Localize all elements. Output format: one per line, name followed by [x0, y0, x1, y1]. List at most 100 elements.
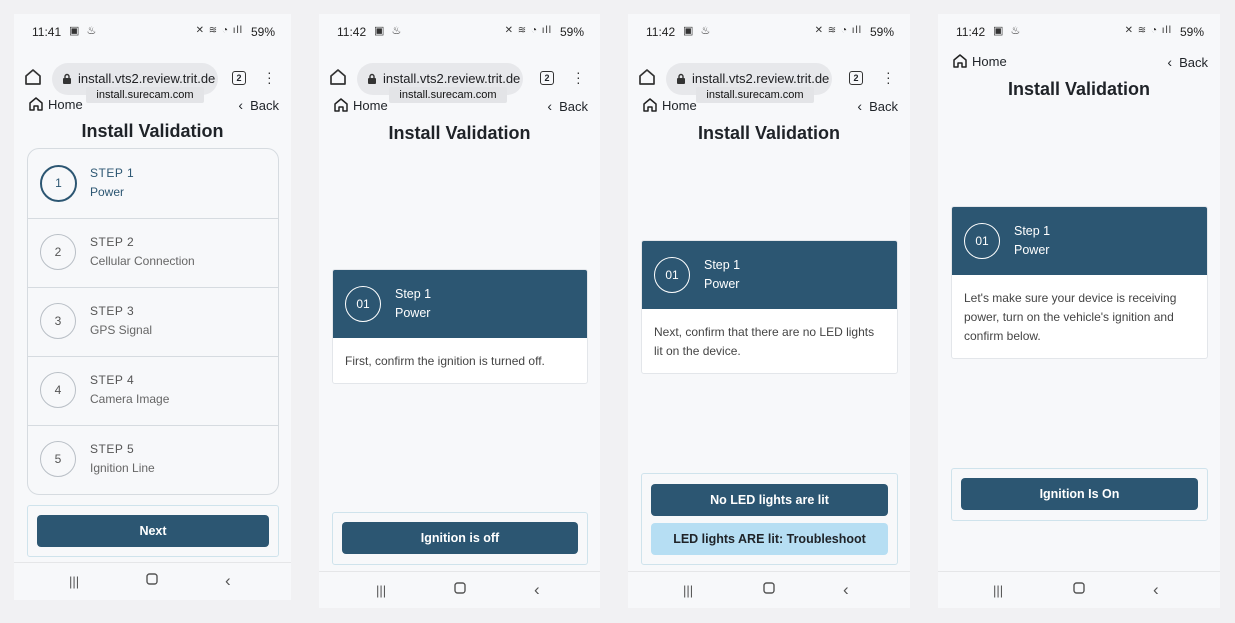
home-nav-icon[interactable]	[763, 582, 775, 594]
home-label: Home	[972, 54, 1007, 69]
action-button-container: Ignition Is On	[951, 468, 1208, 521]
step-number: 01	[964, 223, 1000, 259]
card-header: 01 Step 1 Power	[333, 270, 587, 338]
step-subtitle: Cellular Connection	[90, 254, 195, 268]
step-item-2[interactable]: 2 STEP 2 Cellular Connection	[28, 218, 278, 288]
step-title: STEP 3	[90, 304, 135, 318]
step-number: 2	[40, 234, 76, 270]
battery-level: 59%	[1179, 25, 1204, 39]
back-link[interactable]: ‹ Back	[547, 98, 588, 114]
page-nav: Home ‹ Back	[938, 49, 1220, 75]
back-link[interactable]: ‹ Back	[857, 98, 898, 114]
home-nav-icon[interactable]	[1073, 582, 1085, 594]
kebab-menu-icon[interactable]: · · ·	[576, 65, 581, 89]
signal-icons: ✕ ≋ ◔ ıll	[504, 25, 552, 36]
recents-icon[interactable]: |||	[376, 583, 386, 598]
card-header: 01 Step 1 Power	[952, 207, 1207, 275]
step-subtitle: Power	[90, 185, 125, 199]
step-title: STEP 4	[90, 373, 135, 387]
lock-icon	[367, 73, 377, 84]
back-nav-icon[interactable]: ‹	[225, 571, 231, 591]
screen-3: 11:42 ▣ ♨ ✕ ≋ ◔ ıll 59% install.vts2.rev…	[628, 14, 910, 608]
back-link[interactable]: ‹ Back	[1167, 54, 1208, 70]
status-time: 11:41	[32, 25, 62, 39]
tab-count-button[interactable]: 2	[849, 71, 863, 85]
kebab-menu-icon[interactable]: · · ·	[886, 65, 891, 89]
url-text: install.vts2.review.trit.de	[78, 71, 216, 86]
back-nav-icon[interactable]: ‹	[1153, 580, 1159, 600]
home-icon	[953, 54, 967, 68]
screen-4: 11:42 ▣ ♨ ✕ ≋ ◔ ıll 59% Home ‹ Back Insta…	[938, 14, 1220, 608]
page-title: Install Validation	[388, 123, 531, 143]
status-time: 11:42	[956, 25, 986, 39]
status-bar: 11:42 ▣ ♨ ✕ ≋ ◔ ıll 59%	[628, 14, 910, 48]
step-item-1[interactable]: 1 STEP 1 Power	[28, 149, 278, 219]
page-title: Install Validation	[1007, 79, 1151, 99]
step-card: 01 Step 1 Power Let's make sure your dev…	[951, 206, 1208, 359]
recents-icon[interactable]: |||	[683, 583, 693, 598]
browser-home-icon[interactable]	[24, 68, 42, 86]
action-button-container: No LED lights are lit LED lights ARE lit…	[641, 473, 898, 565]
step-subtitle: Ignition Line	[90, 461, 155, 475]
step-title: STEP 2	[90, 235, 135, 249]
step-item-3[interactable]: 3 STEP 3 GPS Signal	[28, 287, 278, 357]
tab-count-button[interactable]: 2	[540, 71, 554, 85]
recents-icon[interactable]: |||	[993, 583, 1003, 598]
next-button[interactable]: Next	[37, 515, 269, 547]
card-step: Step 1	[395, 287, 432, 301]
url-text: install.vts2.review.trit.de	[383, 71, 521, 86]
no-led-lit-button[interactable]: No LED lights are lit	[651, 484, 888, 516]
android-nav-bar: ||| ‹	[14, 562, 291, 600]
step-item-5[interactable]: 5 STEP 5 Ignition Line	[28, 425, 278, 494]
screen-2: 11:42 ▣ ♨ ✕ ≋ ◔ ıll 59% install.vts2.rev…	[319, 14, 600, 608]
home-label: Home	[353, 98, 388, 113]
browser-home-icon[interactable]	[329, 68, 347, 86]
card-step-name: Power	[1014, 243, 1050, 257]
card-instruction: First, confirm the ignition is turned of…	[345, 354, 545, 368]
home-nav-icon[interactable]	[146, 573, 158, 585]
ignition-on-button[interactable]: Ignition Is On	[961, 478, 1198, 510]
chevron-left-icon: ‹	[1167, 54, 1173, 70]
step-card: 01 Step 1 Power First, confirm the ignit…	[332, 269, 588, 384]
chevron-left-icon: ‹	[547, 98, 553, 114]
tab-count-button[interactable]: 2	[232, 71, 246, 85]
android-nav-bar: ||| ‹	[628, 571, 910, 608]
recents-icon[interactable]: |||	[69, 574, 79, 589]
card-step: Step 1	[1014, 224, 1051, 238]
signal-icons: ✕ ≋ ◔ ıll	[814, 25, 862, 36]
home-nav-icon[interactable]	[454, 582, 466, 594]
home-icon	[29, 97, 43, 111]
chevron-left-icon: ‹	[238, 97, 244, 113]
action-button-container: Ignition is off	[332, 512, 588, 565]
step-number: 3	[40, 303, 76, 339]
back-nav-icon[interactable]: ‹	[534, 580, 540, 600]
next-button-container: Next	[27, 505, 279, 557]
notification-icons: ▣ ♨	[374, 25, 404, 37]
home-link[interactable]: Home	[952, 53, 1007, 69]
steps-list: 1 STEP 1 Power 2 STEP 2 Cellular Connect…	[27, 148, 279, 495]
chevron-left-icon: ‹	[857, 98, 863, 114]
back-label: Back	[559, 99, 588, 114]
home-link[interactable]: Home	[642, 97, 697, 113]
led-lit-troubleshoot-button[interactable]: LED lights ARE lit: Troubleshoot	[651, 523, 888, 555]
back-link[interactable]: ‹ Back	[238, 97, 279, 113]
browser-home-icon[interactable]	[638, 68, 656, 86]
back-label: Back	[1179, 55, 1208, 70]
page-nav: Home ‹ Back	[319, 93, 600, 119]
back-nav-icon[interactable]: ‹	[843, 580, 849, 600]
card-header: 01 Step 1 Power	[642, 241, 897, 309]
home-link[interactable]: Home	[28, 96, 83, 112]
ignition-off-button[interactable]: Ignition is off	[342, 522, 578, 554]
android-nav-bar: ||| ‹	[319, 571, 600, 608]
status-bar: 11:41 ▣ ♨ ✕ ≋ ◔ ıll 59%	[14, 14, 291, 48]
status-bar: 11:42 ▣ ♨ ✕ ≋ ◔ ıll 59%	[938, 14, 1220, 48]
step-item-4[interactable]: 4 STEP 4 Camera Image	[28, 356, 278, 426]
notification-icons: ▣ ♨	[683, 25, 713, 37]
step-subtitle: GPS Signal	[90, 323, 153, 337]
kebab-menu-icon[interactable]: · · ·	[267, 65, 272, 89]
home-link[interactable]: Home	[333, 97, 388, 113]
step-number: 01	[654, 257, 690, 293]
signal-icons: ✕ ≋ ◔ ıll	[195, 25, 243, 36]
battery-level: 59%	[250, 25, 275, 39]
back-label: Back	[250, 98, 279, 113]
